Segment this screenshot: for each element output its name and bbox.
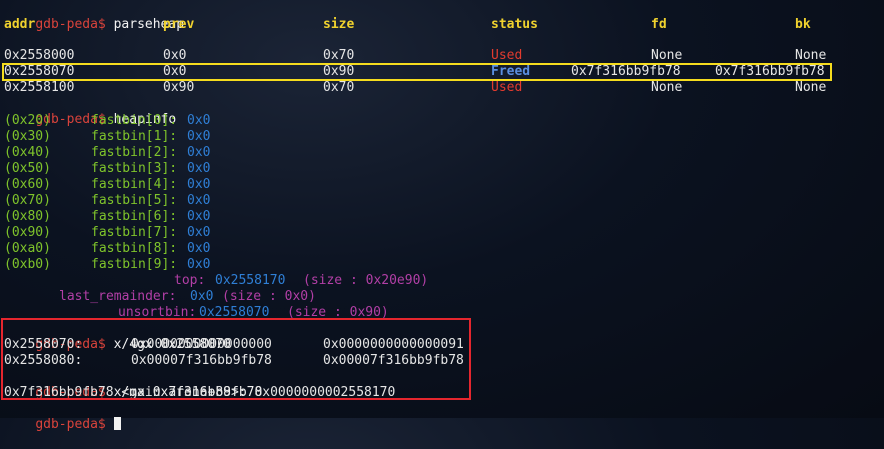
fastbin-value: 0x0: [187, 193, 211, 208]
fastbin-name: fastbin[3]:: [91, 161, 178, 176]
fastbin-name: fastbin[4]:: [91, 177, 178, 192]
fastbin-name: fastbin[5]:: [91, 193, 178, 208]
cell-fd: 0x7f316bb9fb78: [571, 64, 681, 79]
fastbin-size: (0x40): [4, 145, 51, 160]
top-size: (size : 0x20e90): [303, 273, 429, 288]
command-line-xgx: gdb-peda$ x/gx 0x7f316bb9fb78: [4, 369, 262, 400]
fastbin-value: 0x0: [187, 129, 211, 144]
xgx-output: 0x7f316bb9fb78 <main_arena+88>: 0x000000…: [4, 385, 396, 400]
fastbin-value: 0x0: [187, 209, 211, 224]
cell-size: 0x70: [323, 80, 355, 95]
fastbin-size: (0x90): [4, 225, 51, 240]
memdump-value: 0x0000000000000000: [131, 337, 272, 352]
cell-fd: None: [651, 48, 683, 63]
status-used: Used: [491, 80, 523, 95]
cell-size: 0x70: [323, 48, 355, 63]
memdump-addr: 0x2558070:: [4, 337, 83, 352]
memdump-row: 0x2558070: 0x0000000000000000 0x00000000…: [4, 337, 484, 353]
fastbin-size: (0x50): [4, 161, 51, 176]
fastbin-value: 0x0: [187, 241, 211, 256]
cell-addr: 0x2558070: [4, 64, 75, 79]
fastbin-size: (0xa0): [4, 241, 51, 256]
fastbin-value: 0x0: [187, 177, 211, 192]
header-addr: addr: [4, 17, 36, 32]
unsortbin-value: 0x2558070: [199, 305, 270, 320]
fastbin-size: (0x80): [4, 209, 51, 224]
fastbin-name: fastbin[2]:: [91, 145, 178, 160]
status-used: Used: [491, 48, 523, 63]
cell-addr: 0x2558000: [4, 48, 75, 63]
cell-fd: None: [651, 80, 683, 95]
fastbin-name: fastbin[7]:: [91, 225, 178, 240]
last-remainder-size: (size : 0x0): [222, 289, 316, 304]
fastbin-size: (0x70): [4, 193, 51, 208]
top-chunk-line: top: 0x2558170 (size : 0x20e90): [4, 273, 604, 289]
unsortbin-size: (size : 0x90): [287, 305, 389, 320]
header-size: size: [323, 17, 355, 32]
fastbin-size: (0x60): [4, 177, 51, 192]
cell-size: 0x90: [323, 64, 355, 79]
command-line-current[interactable]: gdb-peda$: [4, 401, 121, 432]
fastbin-value: 0x0: [187, 145, 211, 160]
unsortbin-label: unsortbin:: [118, 305, 197, 320]
fastbin-name: fastbin[6]:: [91, 209, 178, 224]
table-row: 0x2558100 0x90 0x70 Used None None: [4, 80, 884, 96]
memdump-value: 0x0000000000000091: [323, 337, 464, 352]
fastbin-value: 0x0: [187, 113, 211, 128]
header-prev: prev: [163, 17, 195, 32]
unsortbin-line: unsortbin: 0x2558070 (size : 0x90): [4, 305, 604, 321]
last-remainder-value: 0x0: [190, 289, 214, 304]
table-row-freed: 0x2558070 0x0 0x90 Freed 0x7f316bb9fb78 …: [4, 64, 884, 80]
fastbin-value: 0x0: [187, 257, 211, 272]
fastbin-name: fastbin[0]:: [91, 113, 178, 128]
cell-bk: 0x7f316bb9fb78: [715, 64, 825, 79]
cell-addr: 0x2558100: [4, 80, 75, 95]
header-status: status: [491, 17, 538, 32]
fastbin-name: fastbin[8]:: [91, 241, 178, 256]
fastbin-size: (0xb0): [4, 257, 51, 272]
text-cursor[interactable]: [113, 417, 121, 430]
fastbin-value: 0x0: [187, 161, 211, 176]
memdump-value: 0x00007f316bb9fb78: [131, 353, 272, 368]
top-label: top:: [174, 273, 206, 288]
cell-bk: None: [795, 80, 827, 95]
command-line-heapinfo: gdb-peda$ heapinfo: [4, 96, 176, 127]
fastbin-value: 0x0: [187, 225, 211, 240]
fastbin-name: fastbin[1]:: [91, 129, 178, 144]
header-bk: bk: [795, 17, 811, 32]
cell-bk: None: [795, 48, 827, 63]
fastbin-size: (0x20): [4, 113, 51, 128]
command-line-parseheap: gdb-peda$ parseheap: [4, 1, 184, 32]
status-freed: Freed: [491, 64, 531, 79]
cell-prev: 0x0: [163, 64, 187, 79]
parseheap-header: addr prev size status fd bk: [4, 17, 884, 33]
fastbin-size: (0x30): [4, 129, 51, 144]
cell-prev: 0x0: [163, 48, 187, 63]
fastbin-name: fastbin[9]:: [91, 257, 178, 272]
command-line-x4gx: gdb-peda$ x/4gx 0x2558070: [4, 321, 231, 352]
last-remainder-line: last_remainder: 0x0 (size : 0x0): [4, 289, 604, 305]
shell-prompt: gdb-peda$: [35, 417, 106, 432]
memdump-row: 0x2558080: 0x00007f316bb9fb78 0x00007f31…: [4, 353, 484, 369]
top-value: 0x2558170: [215, 273, 286, 288]
header-fd: fd: [651, 17, 667, 32]
memdump-addr: 0x2558080:: [4, 353, 83, 368]
cell-prev: 0x90: [163, 80, 195, 95]
terminal-window[interactable]: gdb-peda$ parseheap addr prev size statu…: [0, 0, 884, 432]
last-remainder-label: last_remainder:: [59, 289, 177, 304]
table-row: 0x2558000 0x0 0x70 Used None None: [4, 48, 884, 64]
memdump-value: 0x00007f316bb9fb78: [323, 353, 464, 368]
